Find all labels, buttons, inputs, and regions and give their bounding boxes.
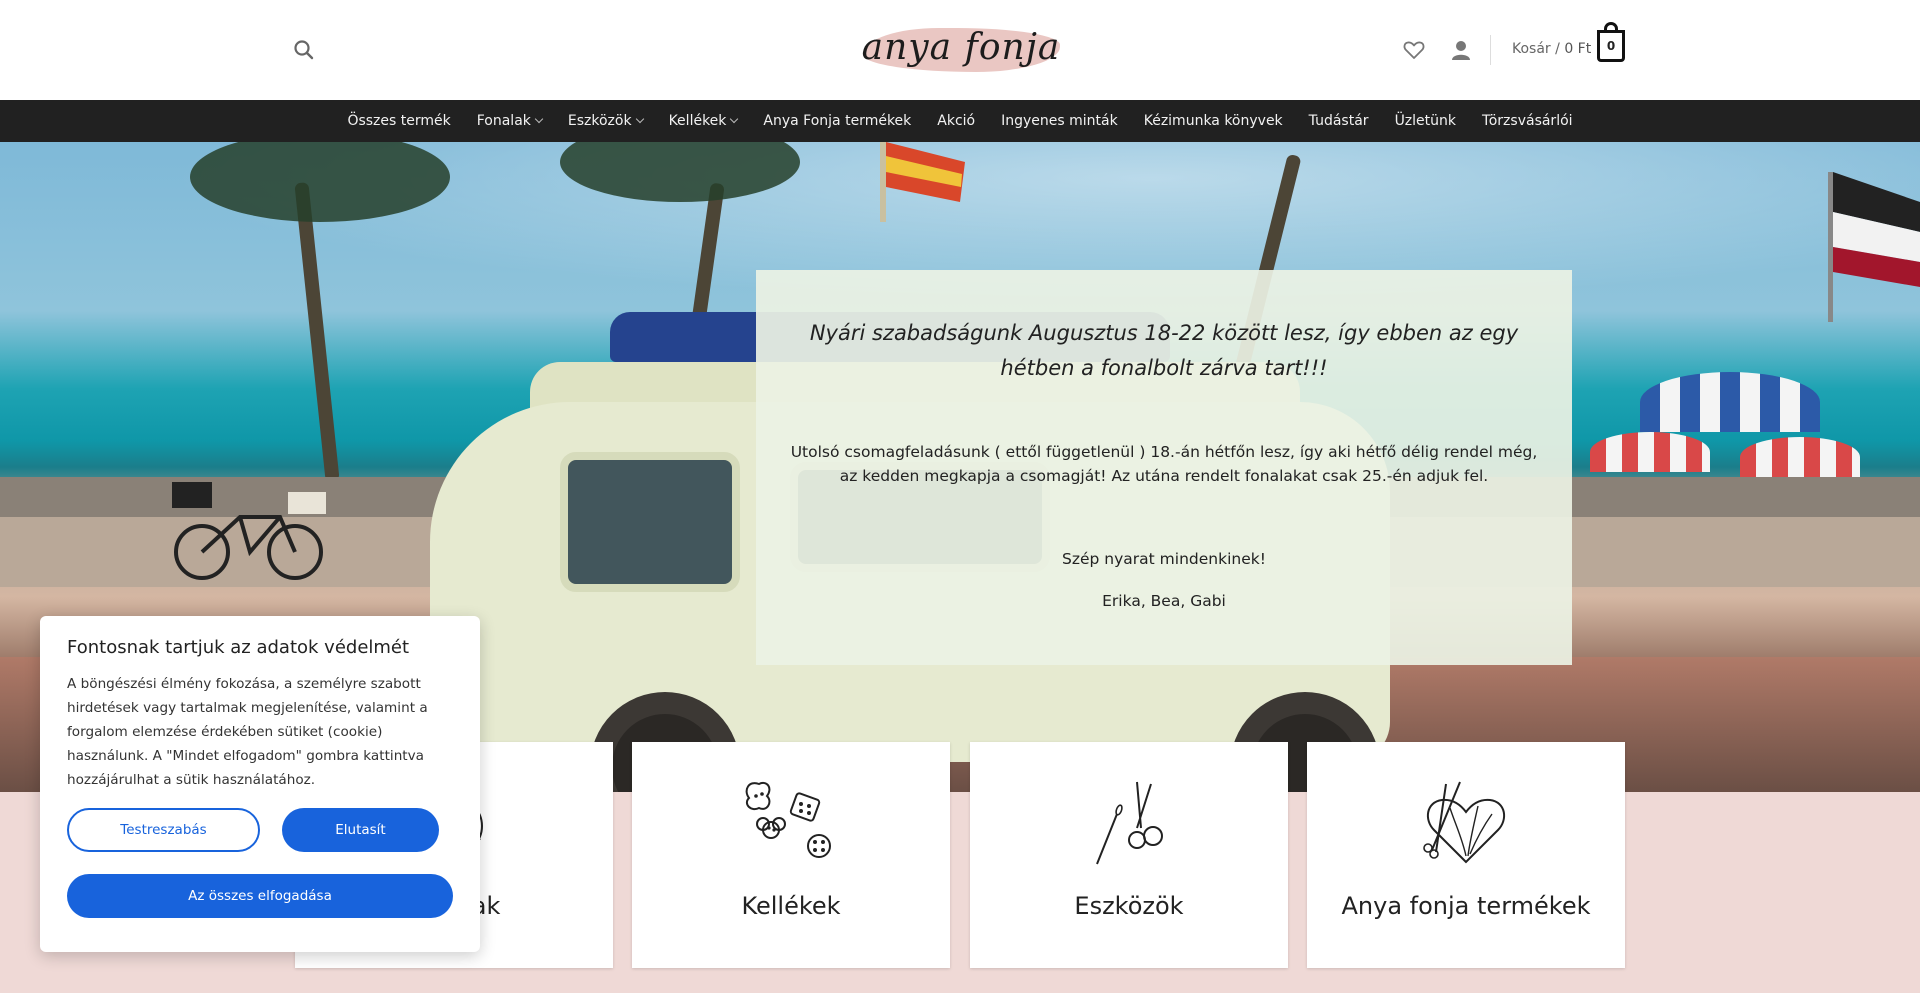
- cookie-consent-dialog: Fontosnak tartjuk az adatok védelmét A b…: [40, 616, 480, 952]
- announcement-signature: Erika, Bea, Gabi: [1102, 592, 1226, 610]
- chevron-down-icon: [635, 114, 644, 124]
- main-nav: Összes termék Fonalak Eszközök Kellékek …: [0, 100, 1920, 142]
- cart-label: Kosár /: [1512, 41, 1560, 57]
- nav-label: Kézimunka könyvek: [1143, 113, 1283, 129]
- site-header: anya fonja Kosár / 0 Ft 0: [0, 0, 1920, 100]
- customize-button[interactable]: Testreszabás: [67, 808, 260, 852]
- announcement-box: Nyári szabadságunk Augusztus 18-22 közöt…: [756, 270, 1572, 665]
- nav-label: Ingyenes minták: [1001, 113, 1118, 129]
- buttons-icon: [745, 782, 831, 858]
- beach-umbrella: [1590, 432, 1710, 472]
- nav-label: Törzsvásárlói: [1482, 113, 1573, 129]
- nav-item-akcio[interactable]: Akció: [924, 100, 988, 142]
- cart-count[interactable]: 0: [1597, 30, 1625, 62]
- nav-item-ingyenes-mintak[interactable]: Ingyenes minták: [988, 100, 1131, 142]
- category-label: Kellékek: [741, 892, 841, 920]
- nav-label: Akció: [937, 113, 976, 129]
- knitting-heart-icon: [1423, 781, 1506, 864]
- nav-item-kezimunka-konyvek[interactable]: Kézimunka könyvek: [1131, 100, 1296, 142]
- bicycle-image: [172, 482, 326, 580]
- flag-image: [1828, 172, 1920, 322]
- nav-item-eszkozok[interactable]: Eszközök: [555, 100, 656, 142]
- announcement-title: Nyári szabadságunk Augusztus 18-22 közöt…: [809, 321, 1519, 380]
- nav-label: Tudástár: [1308, 113, 1369, 129]
- nav-label: Fonalak: [476, 113, 531, 129]
- nav-item-fonalak[interactable]: Fonalak: [464, 100, 555, 142]
- category-card-eszkozok[interactable]: Eszközök: [970, 742, 1288, 968]
- cart-link[interactable]: Kosár / 0 Ft: [1512, 41, 1591, 57]
- heart-icon[interactable]: [1402, 38, 1426, 62]
- nav-item-uzletunk[interactable]: Üzletünk: [1382, 100, 1469, 142]
- nav-item-anya-fonja-termekek[interactable]: Anya Fonja termékek: [750, 100, 924, 142]
- nav-item-kellekek[interactable]: Kellékek: [656, 100, 751, 142]
- accept-all-button[interactable]: Az összes elfogadása: [67, 874, 453, 918]
- nav-label: Eszközök: [567, 113, 632, 129]
- nav-label: Üzletünk: [1394, 113, 1457, 129]
- search-icon[interactable]: [293, 39, 315, 61]
- beach-umbrella: [1740, 437, 1860, 477]
- chevron-down-icon: [730, 114, 739, 124]
- nav-item-osszes-termek[interactable]: Összes termék: [334, 100, 463, 142]
- van-window: [560, 452, 740, 592]
- category-label: Anya fonja termékek: [1341, 892, 1591, 920]
- nav-label: Összes termék: [347, 113, 451, 129]
- category-card-anya-fonja-termekek[interactable]: Anya fonja termékek: [1307, 742, 1625, 968]
- scissors-needle-icon: [1096, 781, 1163, 865]
- nav-item-tudastar[interactable]: Tudástár: [1296, 100, 1382, 142]
- nav-label: Kellékek: [668, 113, 727, 129]
- logo-text: anya fonja: [861, 27, 1061, 68]
- cookie-title: Fontosnak tartjuk az adatok védelmét: [67, 637, 410, 658]
- cookie-text: A böngészési élmény fokozása, a személyr…: [67, 676, 428, 788]
- announcement-greeting: Szép nyarat mindenkinek!: [1062, 550, 1266, 568]
- chevron-down-icon: [534, 114, 544, 124]
- cart-total: 0 Ft: [1564, 41, 1592, 57]
- site-logo[interactable]: anya fonja: [858, 16, 1064, 84]
- category-card-kellekek[interactable]: Kellékek: [632, 742, 950, 968]
- announcement-body: Utolsó csomagfeladásunk ( ettől függetle…: [790, 443, 1538, 485]
- reject-button[interactable]: Elutasít: [282, 808, 439, 852]
- user-icon[interactable]: [1450, 38, 1472, 62]
- category-label: Eszközök: [1074, 892, 1184, 920]
- header-divider: [1490, 35, 1491, 65]
- nav-item-torzsvasarloi[interactable]: Törzsvásárlói: [1469, 100, 1586, 142]
- flag-image: [880, 142, 965, 222]
- beach-umbrella: [1640, 372, 1820, 432]
- nav-label: Anya Fonja termékek: [763, 113, 912, 129]
